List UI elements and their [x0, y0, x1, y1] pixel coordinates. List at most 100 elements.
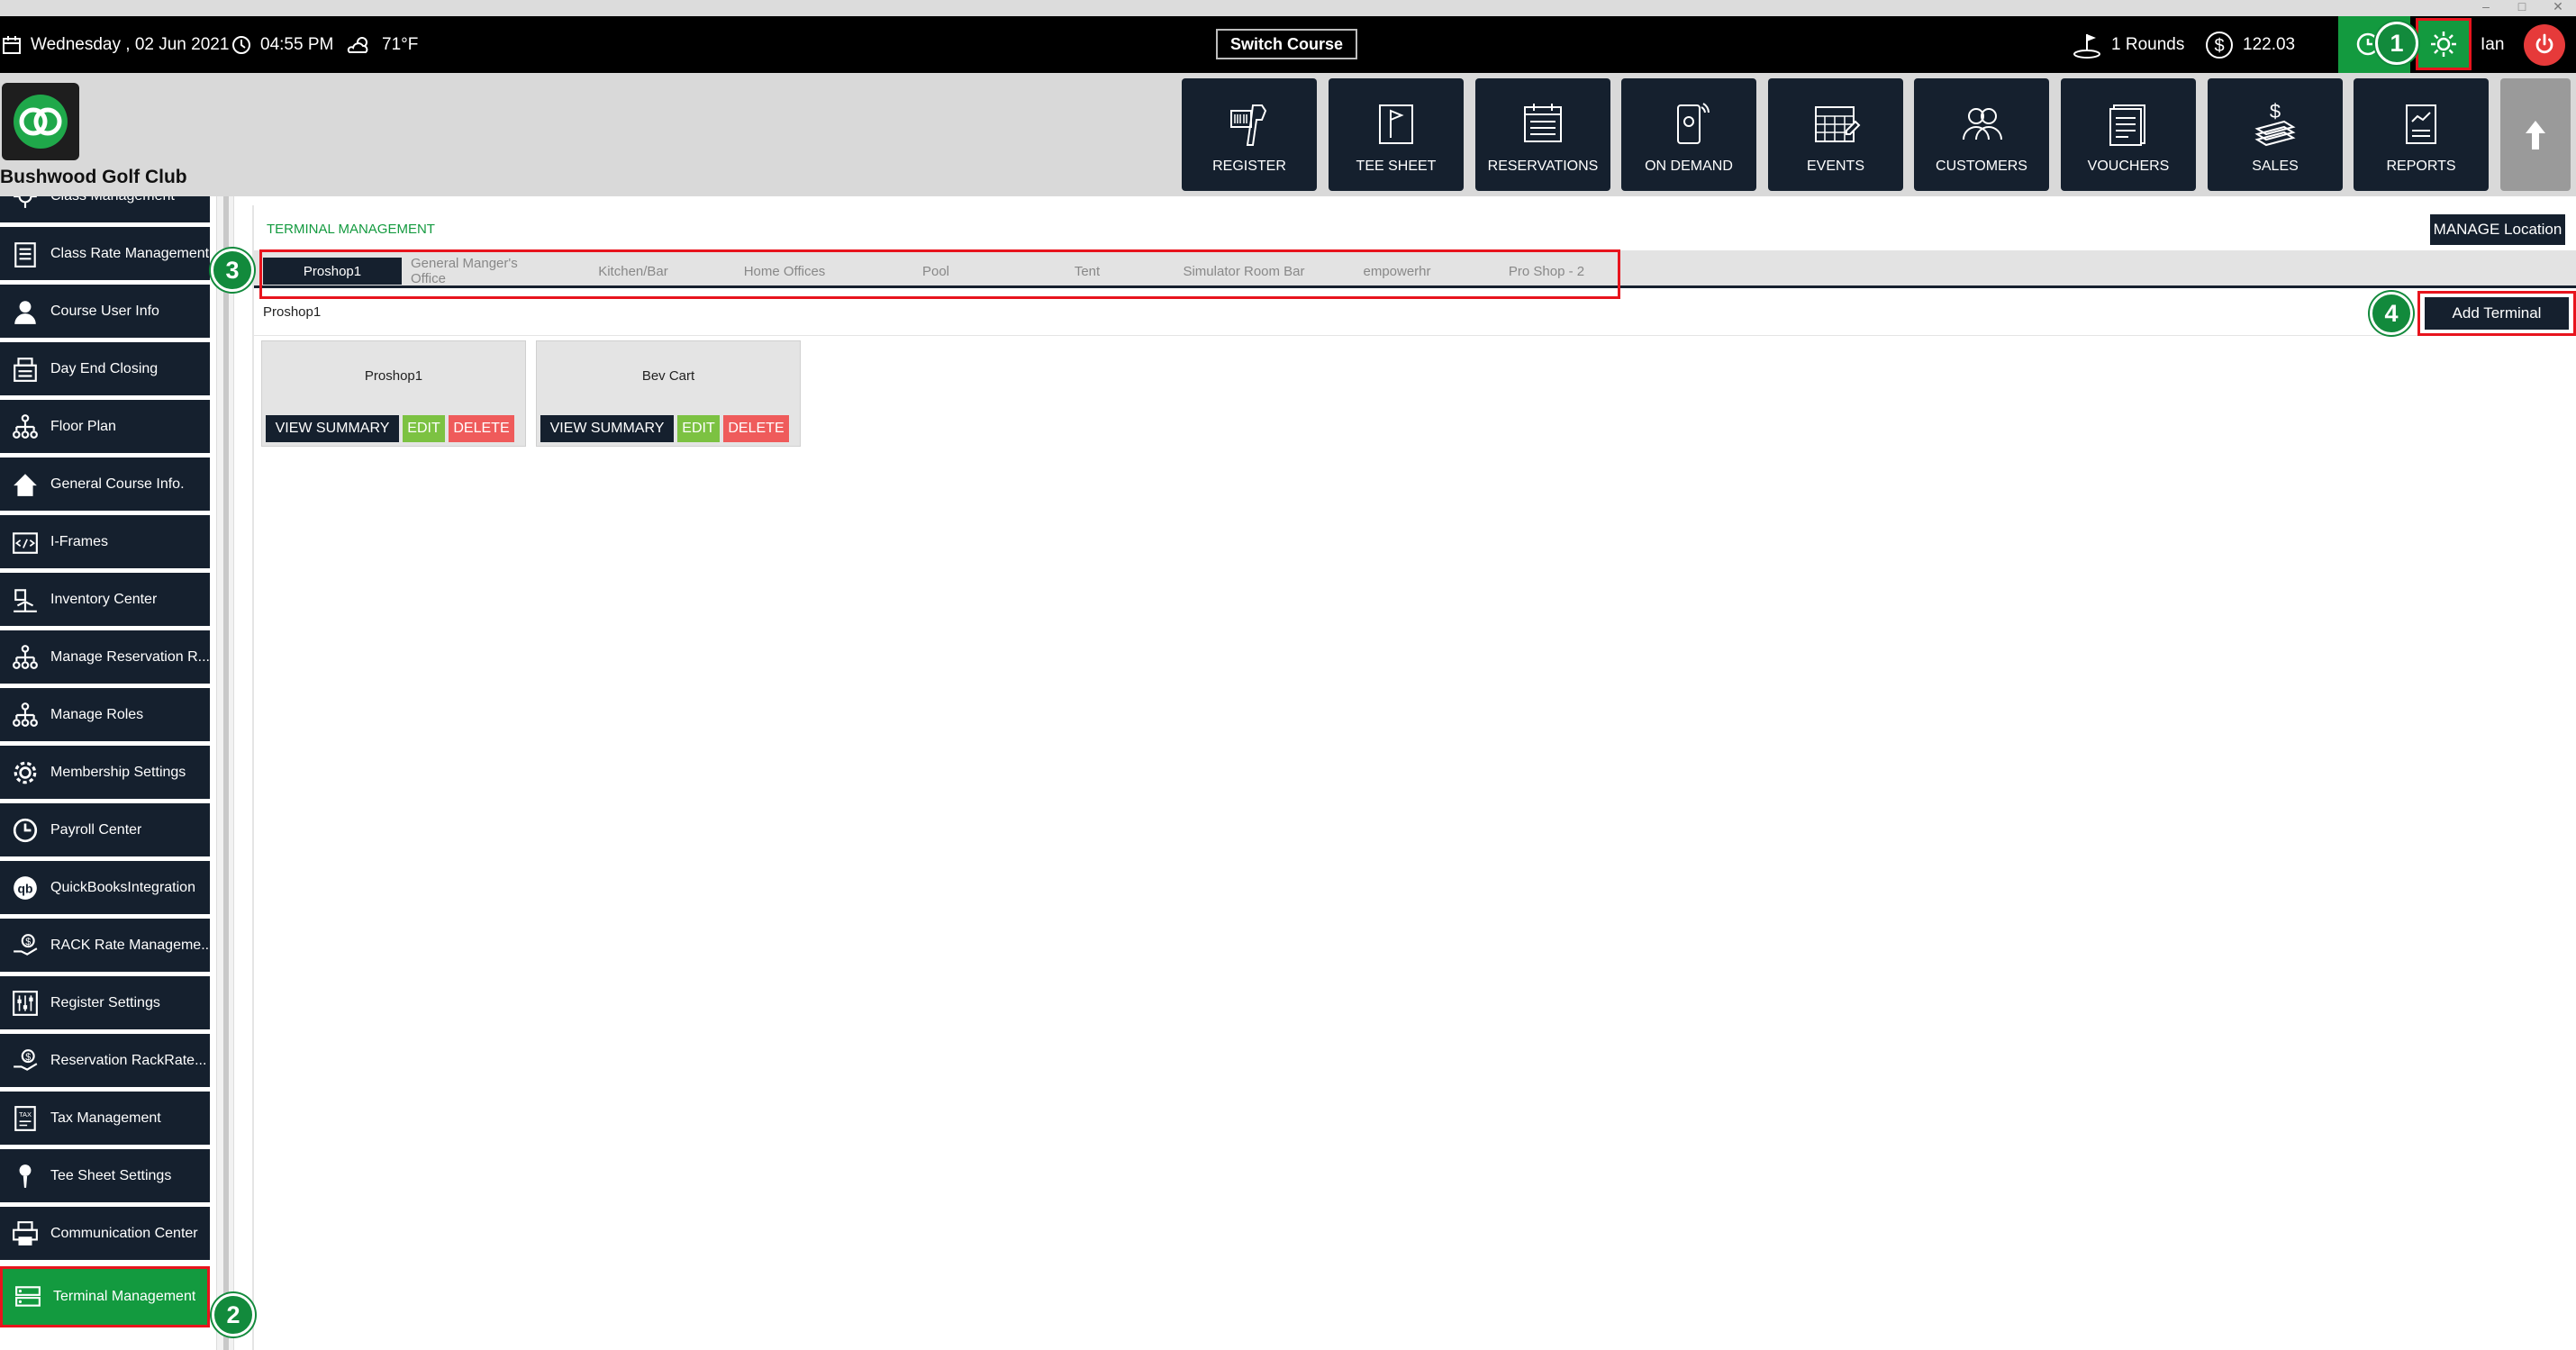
settings-sidebar: Class Management Class Rate Management Cou…	[0, 196, 210, 1350]
weather-display: 71°F	[346, 16, 418, 73]
calendar-list-icon	[1524, 104, 1562, 142]
sidebar-scroll-thumb[interactable]	[223, 196, 229, 1350]
clock-icon	[232, 35, 250, 54]
nav-customers-button[interactable]: CUSTOMERS	[1914, 78, 2049, 191]
nav-events-button[interactable]: EVENTS	[1768, 78, 1903, 191]
sidebar-item-tax-management[interactable]: TAX Tax Management	[0, 1092, 210, 1147]
sidebar-item-class-management[interactable]: Class Management	[0, 196, 210, 225]
calendar-icon	[3, 35, 21, 54]
sidebar-item-day-end-closing[interactable]: Day End Closing	[0, 342, 210, 398]
delete-button[interactable]: DELETE	[723, 415, 789, 442]
code-icon	[0, 514, 50, 570]
flag-sheet-icon	[1379, 104, 1413, 144]
maximize-icon[interactable]: □	[2504, 0, 2540, 16]
sidebar-item-label: Register Settings	[50, 994, 160, 1010]
sidebar-item-label: Terminal Management	[53, 1289, 196, 1304]
sidebar-item-terminal-management[interactable]: Terminal Management	[0, 1266, 210, 1327]
nav-reports-button[interactable]: REPORTS	[2354, 78, 2489, 191]
header: Bushwood Golf Club REGISTER TEE SHEET RE…	[0, 73, 2576, 196]
time-text: 04:55 PM	[260, 34, 334, 54]
sliders-icon	[0, 975, 50, 1031]
gear-icon	[2431, 32, 2456, 57]
sidebar-item-manage-roles[interactable]: Manage Roles	[0, 688, 210, 744]
nav-reports-label: REPORTS	[2386, 159, 2456, 174]
edit-button[interactable]: EDIT	[677, 415, 720, 442]
sidebar-item-label: Inventory Center	[50, 591, 158, 607]
time-display: 04:55 PM	[231, 16, 333, 73]
barcode-scanner-icon	[1230, 104, 1267, 146]
user-name: Ian	[2481, 16, 2504, 73]
tabs-highlight	[259, 249, 1620, 299]
sidebar-item-class-rate-management[interactable]: Class Rate Management	[0, 227, 210, 283]
sidebar-item-reservation-rackrate[interactable]: $ Reservation RackRate...	[0, 1034, 210, 1090]
sidebar-item-membership-settings[interactable]: Membership Settings	[0, 746, 210, 802]
sidebar-item-label: Membership Settings	[50, 764, 186, 780]
step-badge-2: 2	[212, 1293, 255, 1336]
nav-on-demand-button[interactable]: ON DEMAND	[1621, 78, 1756, 191]
divider	[254, 335, 2576, 336]
quickbooks-icon: qb	[0, 860, 50, 916]
sidebar-item-tee-sheet-settings[interactable]: Tee Sheet Settings	[0, 1149, 210, 1205]
svg-text:$: $	[25, 936, 31, 947]
nav-sales-button[interactable]: $ SALES	[2208, 78, 2343, 191]
sidebar-item-label: Day End Closing	[50, 360, 159, 376]
svg-text:$: $	[2214, 36, 2224, 56]
svg-text:TAX: TAX	[19, 1110, 32, 1118]
sidebar-item-quickbooksintegration[interactable]: qb QuickBooksIntegration	[0, 861, 210, 917]
view-summary-button[interactable]: VIEW SUMMARY	[266, 415, 399, 442]
terminal-actions: VIEW SUMMARY EDIT DELETE	[540, 415, 789, 442]
switch-course-button[interactable]: Switch Course	[1216, 29, 1357, 59]
list-icon	[0, 226, 50, 282]
cloud-sun-icon	[347, 36, 368, 53]
nav-events-label: EVENTS	[1806, 159, 1864, 174]
money-icon: $	[2254, 100, 2296, 147]
sidebar-item-rack-rate-manageme[interactable]: $ RACK Rate Manageme...	[0, 919, 210, 974]
sidebar-item-inventory-center[interactable]: Inventory Center	[0, 573, 210, 629]
svg-text:qb: qb	[18, 881, 33, 895]
sidebar-item-general-course-info[interactable]: General Course Info.	[0, 458, 210, 513]
tax-icon: TAX	[0, 1091, 50, 1146]
arrow-up-icon	[2526, 120, 2545, 149]
sidebar-item-register-settings[interactable]: Register Settings	[0, 976, 210, 1032]
date-text: Wednesday , 02 Jun 2021	[31, 34, 230, 54]
sidebar-item-label: Reservation RackRate...	[50, 1052, 207, 1068]
top-status-bar: Wednesday , 02 Jun 2021 04:55 PM 71°F Sw…	[0, 16, 2576, 73]
minimize-icon[interactable]: –	[2468, 0, 2504, 16]
nav-sales-label: SALES	[2252, 159, 2299, 174]
terminal-actions: VIEW SUMMARY EDIT DELETE	[266, 415, 514, 442]
logout-button[interactable]	[2524, 24, 2565, 66]
sidebar-item-communication-center[interactable]: Communication Center	[0, 1207, 210, 1263]
sidebar-item-label: Payroll Center	[50, 821, 142, 838]
sidebar-item-label: Manage Roles	[50, 706, 144, 722]
user-name-text: Ian	[2481, 34, 2505, 54]
view-summary-button[interactable]: VIEW SUMMARY	[540, 415, 674, 442]
close-icon[interactable]: ✕	[2540, 0, 2576, 16]
sidebar-item-floor-plan[interactable]: Floor Plan	[0, 400, 210, 456]
dollar-icon: $	[2206, 31, 2233, 59]
sidebar-item-payroll-center[interactable]: Payroll Center	[0, 803, 210, 859]
users-icon	[1963, 108, 2002, 140]
window-titlebar: – □ ✕	[0, 0, 2576, 16]
add-terminal-button[interactable]: Add Terminal	[2425, 297, 2569, 330]
nav-vouchers-button[interactable]: VOUCHERS	[2061, 78, 2196, 191]
printer-icon	[0, 1206, 50, 1262]
app-window: – □ ✕ Wednesday , 02 Jun 2021 04:55 PM 7…	[0, 0, 2576, 1350]
scroll-up-button[interactable]	[2500, 78, 2571, 191]
nav-reservations-button[interactable]: RESERVATIONS	[1475, 78, 1610, 191]
delete-button[interactable]: DELETE	[449, 415, 514, 442]
sidebar-item-course-user-info[interactable]: Course User Info	[0, 285, 210, 340]
sidebar-item-manage-reservation-r[interactable]: Manage Reservation R...	[0, 630, 210, 686]
nav-on-demand-label: ON DEMAND	[1645, 159, 1733, 174]
nav-customers-label: CUSTOMERS	[1936, 159, 2027, 174]
sidebar-item-label: QuickBooksIntegration	[50, 879, 195, 895]
manage-location-button[interactable]: MANAGE Location	[2430, 214, 2565, 245]
page-title: TERMINAL MANAGEMENT	[267, 222, 435, 237]
rounds-text: 1 Rounds	[2111, 34, 2185, 54]
settings-button[interactable]	[2416, 18, 2472, 70]
sidebar-item-i-frames[interactable]: I-Frames	[0, 515, 210, 571]
nav-tee-sheet-button[interactable]: TEE SHEET	[1329, 78, 1464, 191]
edit-button[interactable]: EDIT	[403, 415, 445, 442]
terminal-name: Proshop1	[364, 368, 423, 384]
nav-register-button[interactable]: REGISTER	[1182, 78, 1317, 191]
sidebar-item-label: Manage Reservation R...	[50, 648, 210, 665]
